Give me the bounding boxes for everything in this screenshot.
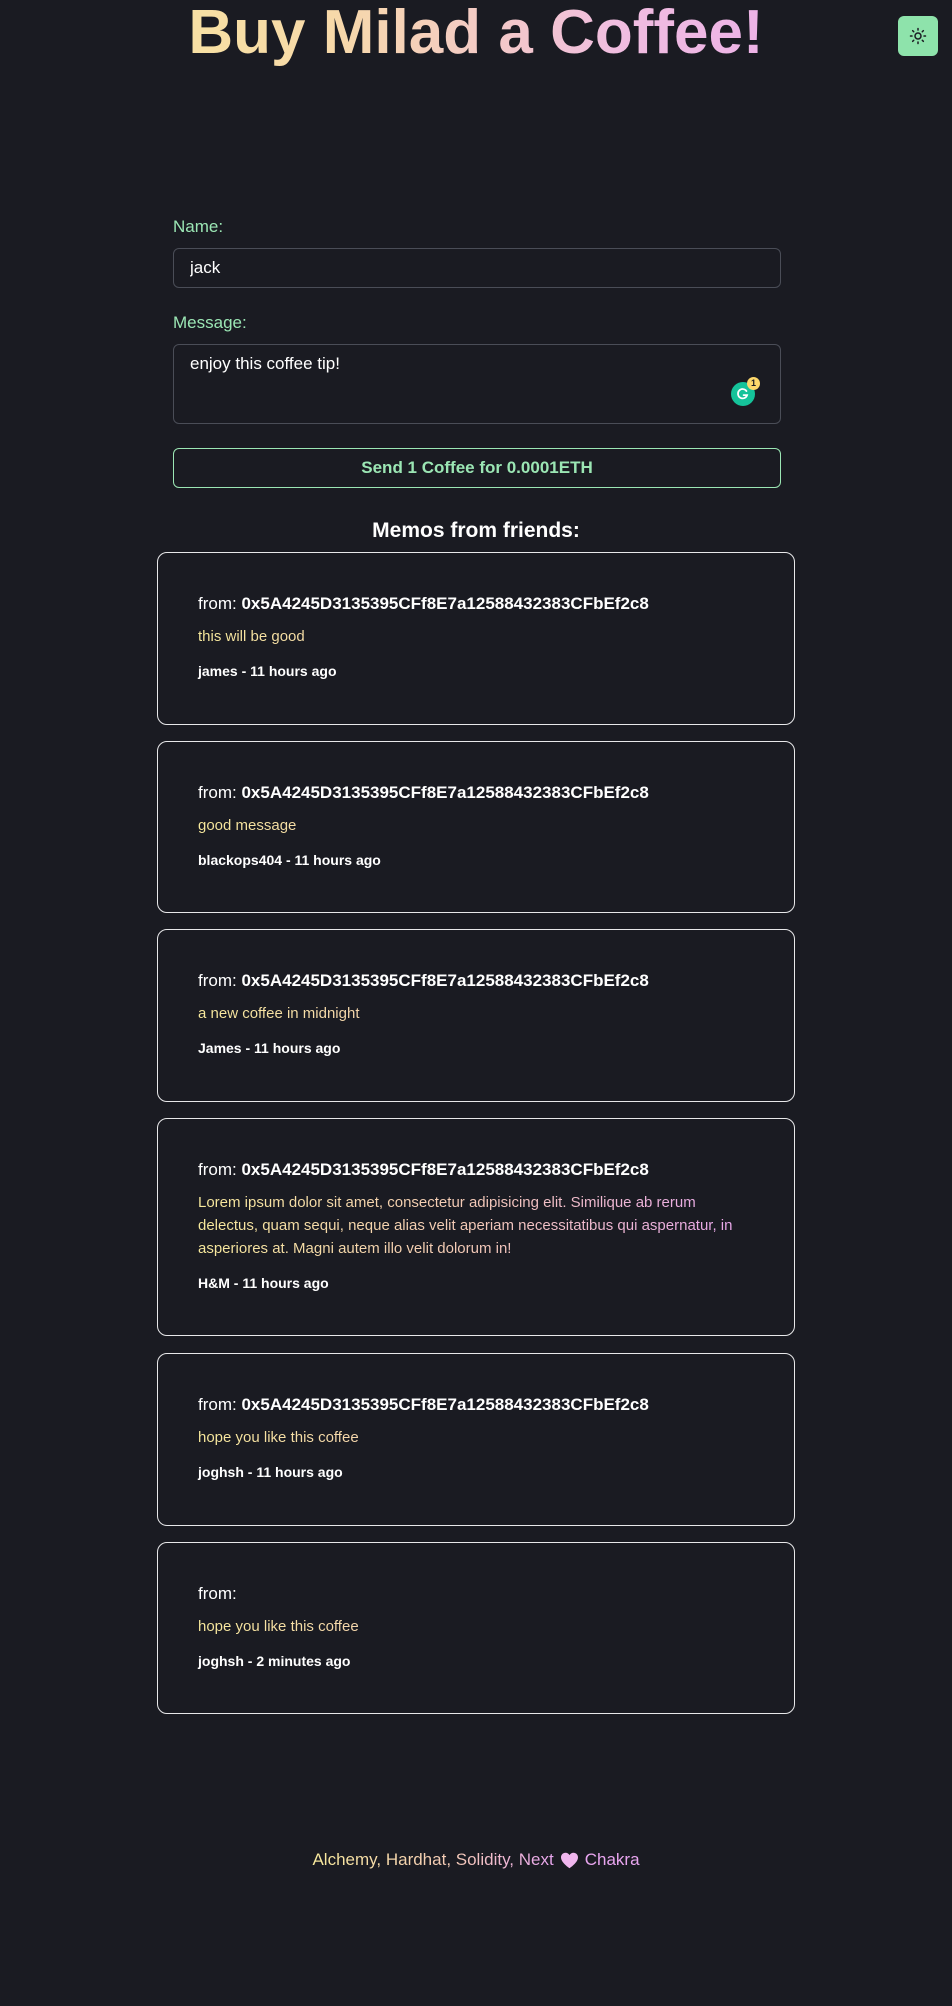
memo-address: 0x5A4245D3135395CFf8E7a12588432383CFbEf2… [241,594,649,613]
memo-message: a new coffee in midnight [198,1002,754,1025]
memo-message: Lorem ipsum dolor sit amet, consectetur … [198,1191,754,1260]
memo-from-prefix: from: [198,1395,237,1414]
memos-heading: Memos from friends: [372,519,580,542]
memo-card: from: 0x5A4245D3135395CFf8E7a12588432383… [157,741,795,913]
memo-message: hope you like this coffee [198,1426,754,1449]
footer-chakra: Chakra [584,1850,640,1869]
memo-card: from: 0x5A4245D3135395CFf8E7a12588432383… [157,1353,795,1526]
memo-meta: H&M - 11 hours ago [198,1275,329,1291]
theme-toggle-button[interactable] [898,16,938,56]
memo-meta: James - 11 hours ago [198,1040,341,1056]
memo-card: from: 0x5A4245D3135395CFf8E7a12588432383… [157,552,795,725]
name-label: Name: [173,217,224,236]
memo-from-prefix: from: [198,1584,237,1603]
memo-card: from: 0x5A4245D3135395CFf8E7a12588432383… [157,929,795,1102]
message-field: enjoy this coffee tip! 1 [173,344,781,424]
coffee-form: Name: Message: enjoy this coffee tip! 1 … [173,216,781,488]
footer-text: Alchemy, Hardhat, Solidity, Next [312,1848,553,1872]
send-coffee-button[interactable]: Send 1 Coffee for 0.0001ETH [173,448,781,488]
memo-from: from: 0x5A4245D3135395CFf8E7a12588432383… [198,970,754,992]
memo-from-prefix: from: [198,783,237,802]
grammarly-icon [737,388,749,400]
memo-meta: james - 11 hours ago [198,663,337,679]
sun-icon [909,27,927,45]
message-input[interactable]: enjoy this coffee tip! [173,344,781,424]
memo-from: from: 0x5A4245D3135395CFf8E7a12588432383… [198,1394,754,1416]
memo-message: this will be good [198,625,754,648]
memo-message: good message [198,814,754,837]
memo-card: from: hope you like this coffee joghsh -… [157,1542,795,1714]
grammarly-button[interactable]: 1 [731,377,760,406]
memo-address: 0x5A4245D3135395CFf8E7a12588432383CFbEf2… [241,783,649,802]
memo-from-prefix: from: [198,1160,237,1179]
memo-from: from: 0x5A4245D3135395CFf8E7a12588432383… [198,1159,754,1181]
memo-from: from: 0x5A4245D3135395CFf8E7a12588432383… [198,782,754,804]
memo-from: from: 0x5A4245D3135395CFf8E7a12588432383… [198,593,754,615]
footer: Alchemy, Hardhat, Solidity, Next Chakra [0,1848,952,1872]
heart-icon [560,1852,578,1868]
memo-from-prefix: from: [198,594,237,613]
name-input[interactable] [173,248,781,288]
memo-address: 0x5A4245D3135395CFf8E7a12588432383CFbEf2… [241,1160,649,1179]
memo-card: from: 0x5A4245D3135395CFf8E7a12588432383… [157,1118,795,1336]
message-label: Message: [173,313,247,332]
memo-message: hope you like this coffee [198,1615,754,1638]
page-title: Buy Milad a Coffee! [0,0,952,66]
memo-address: 0x5A4245D3135395CFf8E7a12588432383CFbEf2… [241,971,649,990]
memo-from: from: [198,1583,754,1605]
memo-address: 0x5A4245D3135395CFf8E7a12588432383CFbEf2… [241,1395,649,1414]
memo-meta: blackops404 - 11 hours ago [198,852,381,868]
grammarly-badge: 1 [747,377,760,390]
memo-from-prefix: from: [198,971,237,990]
memo-meta: joghsh - 2 minutes ago [198,1653,351,1669]
memo-meta: joghsh - 11 hours ago [198,1464,343,1480]
